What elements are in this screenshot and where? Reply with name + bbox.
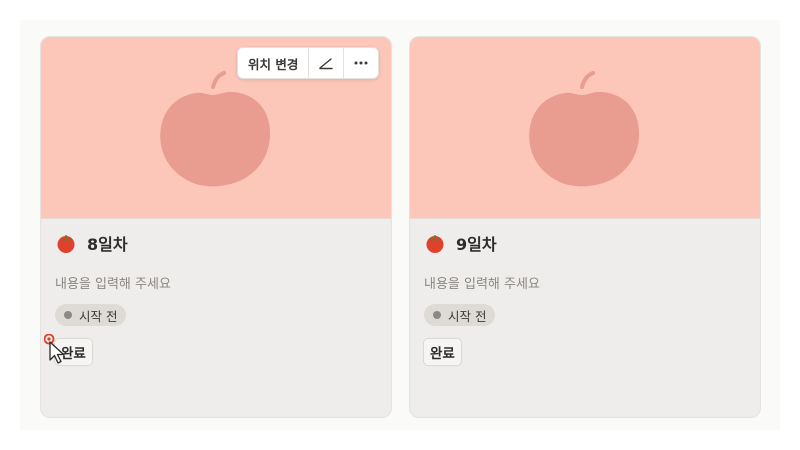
done-button[interactable]: 완료 xyxy=(423,338,462,366)
card-title[interactable]: 9일차 xyxy=(456,231,497,255)
edit-button[interactable] xyxy=(308,48,343,78)
status-badge[interactable]: 시작 전 xyxy=(55,304,127,326)
card-title-row: 9일차 xyxy=(424,231,497,255)
card-cover xyxy=(410,37,760,218)
card-description: 내용을 입력해 주세요 xyxy=(55,277,171,292)
apple-illustration xyxy=(529,71,640,187)
card-title[interactable]: 8일차 xyxy=(87,231,128,255)
gallery-board: 위치 변경 8일차 내용을 입력해 주세요 시작 전 완료 9일차 내용을 입력… xyxy=(20,20,780,430)
gallery-card[interactable]: 위치 변경 8일차 내용을 입력해 주세요 시작 전 완료 xyxy=(40,36,392,418)
status-dot xyxy=(433,311,441,319)
mouse-cursor-icon xyxy=(44,334,65,364)
pencil-icon xyxy=(319,58,334,70)
tomato-icon xyxy=(57,235,75,253)
more-horizontal-icon xyxy=(354,61,368,65)
apple-illustration xyxy=(160,71,271,187)
more-button[interactable] xyxy=(343,48,378,78)
cover-divider xyxy=(410,218,760,219)
tomato-icon xyxy=(426,235,444,253)
status-dot xyxy=(64,311,72,319)
cover-divider xyxy=(41,218,391,219)
status-badge[interactable]: 시작 전 xyxy=(424,304,496,326)
move-button[interactable]: 위치 변경 xyxy=(238,48,308,78)
status-label: 시작 전 xyxy=(79,308,118,324)
card-hover-toolbar: 위치 변경 xyxy=(237,47,380,79)
gallery-card[interactable]: 9일차 내용을 입력해 주세요 시작 전 완료 xyxy=(409,36,761,418)
status-label: 시작 전 xyxy=(448,308,487,324)
card-description: 내용을 입력해 주세요 xyxy=(424,277,540,292)
card-title-row: 8일차 xyxy=(55,231,128,255)
